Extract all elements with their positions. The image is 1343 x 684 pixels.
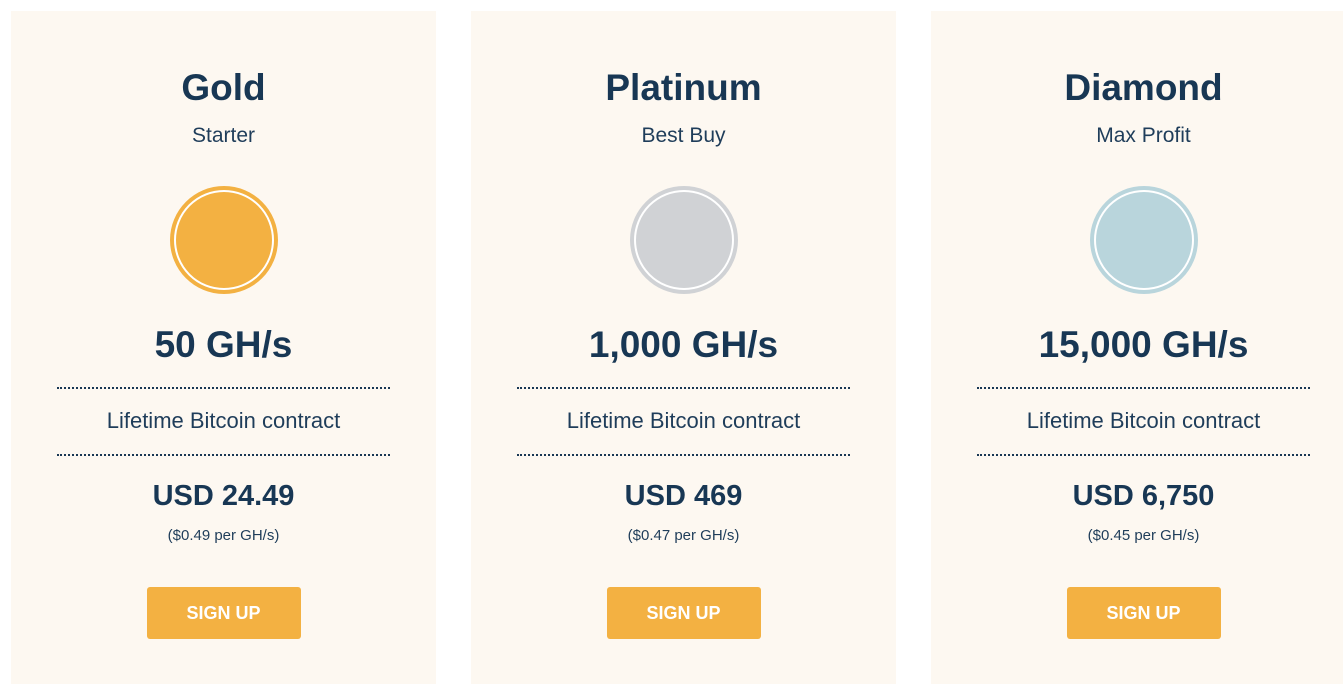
plan-name: Gold bbox=[181, 67, 266, 108]
sign-up-button-platinum[interactable]: SIGN UP bbox=[606, 587, 761, 639]
divider bbox=[517, 454, 850, 456]
plan-contract: Lifetime Bitcoin contract bbox=[106, 408, 341, 433]
plan-unit-price: ($0.45 per GH/s) bbox=[1087, 527, 1200, 544]
plan-contract: Lifetime Bitcoin contract bbox=[1026, 408, 1261, 433]
plan-name: Diamond bbox=[1064, 67, 1223, 108]
plan-hashrate: 15,000 GH/s bbox=[1038, 324, 1249, 365]
plan-price: USD 6,750 bbox=[1072, 480, 1215, 512]
pricing-plans: Gold Starter 50 GH/s Lifetime Bitcoin co… bbox=[0, 0, 1343, 684]
divider bbox=[977, 454, 1310, 456]
sign-up-button-gold[interactable]: SIGN UP bbox=[146, 587, 301, 639]
divider bbox=[517, 387, 850, 389]
plan-tagline: Max Profit bbox=[1096, 124, 1191, 147]
plan-card-platinum: Platinum Best Buy 1,000 GH/s Lifetime Bi… bbox=[471, 11, 896, 684]
plan-contract: Lifetime Bitcoin contract bbox=[566, 408, 801, 433]
gold-medal-icon bbox=[169, 186, 278, 294]
divider bbox=[57, 454, 390, 456]
plan-price: USD 469 bbox=[624, 480, 743, 512]
plan-unit-price: ($0.47 per GH/s) bbox=[627, 527, 740, 544]
divider bbox=[57, 387, 390, 389]
plan-name: Platinum bbox=[605, 67, 762, 108]
plan-tagline: Best Buy bbox=[641, 124, 726, 147]
plan-hashrate: 50 GH/s bbox=[154, 324, 293, 365]
plan-card-gold: Gold Starter 50 GH/s Lifetime Bitcoin co… bbox=[11, 11, 436, 684]
plan-price: USD 24.49 bbox=[152, 480, 295, 512]
plan-unit-price: ($0.49 per GH/s) bbox=[167, 527, 280, 544]
plan-hashrate: 1,000 GH/s bbox=[588, 324, 779, 365]
platinum-medal-icon bbox=[629, 186, 738, 294]
diamond-medal-icon bbox=[1089, 186, 1198, 294]
plan-tagline: Starter bbox=[191, 124, 256, 147]
plan-card-diamond: Diamond Max Profit 15,000 GH/s Lifetime … bbox=[931, 11, 1343, 684]
divider bbox=[977, 387, 1310, 389]
sign-up-button-diamond[interactable]: SIGN UP bbox=[1066, 587, 1221, 639]
